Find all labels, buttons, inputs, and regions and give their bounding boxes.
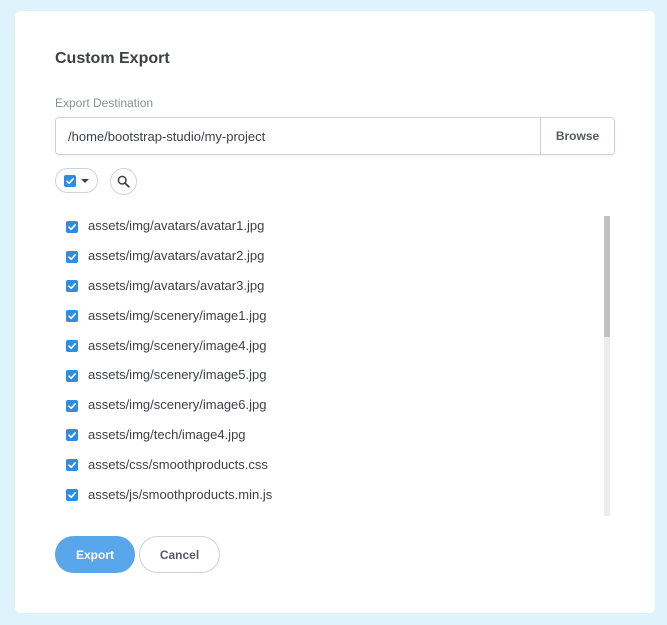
file-name: assets/img/avatars/avatar2.jpg xyxy=(88,248,265,264)
file-checkbox[interactable] xyxy=(66,310,78,323)
export-destination-label: Export Destination xyxy=(55,96,154,110)
list-item[interactable]: assets/img/avatars/avatar3.jpg xyxy=(55,271,611,301)
list-item[interactable]: assets/js/smoothproducts.min.js xyxy=(55,479,611,509)
file-checkbox[interactable] xyxy=(66,340,78,353)
file-name: assets/img/avatars/avatar3.jpg xyxy=(88,277,265,293)
list-item[interactable]: assets/img/scenery/image1.jpg xyxy=(55,300,611,330)
dialog-title: Custom Export xyxy=(55,50,170,67)
file-name: assets/js/smoothproducts.min.js xyxy=(88,486,273,502)
list-item[interactable]: assets/img/tech/image4.jpg xyxy=(55,420,611,450)
cancel-button[interactable]: Cancel xyxy=(139,536,220,573)
file-checkbox[interactable] xyxy=(66,489,78,502)
list-item[interactable]: assets/img/scenery/image6.jpg xyxy=(55,390,611,420)
export-destination-input[interactable] xyxy=(56,118,540,154)
list-item[interactable]: assets/img/avatars/avatar2.jpg xyxy=(55,241,611,271)
list-item[interactable]: assets/img/avatars/avatar1.jpg xyxy=(55,211,611,241)
list-item[interactable]: assets/img/scenery/image4.jpg xyxy=(55,330,611,360)
file-checkbox[interactable] xyxy=(66,459,78,472)
select-all-dropdown[interactable] xyxy=(55,168,98,193)
browse-button[interactable]: Browse xyxy=(540,118,614,154)
file-checkbox[interactable] xyxy=(66,250,78,263)
file-checkbox[interactable] xyxy=(66,429,78,442)
file-checkbox[interactable] xyxy=(66,369,78,382)
file-list[interactable]: assets/img/avatars/avatar1.jpg assets/im… xyxy=(55,211,611,516)
list-item[interactable]: assets/css/smoothproducts.css xyxy=(55,449,611,479)
export-button[interactable]: Export xyxy=(55,536,135,573)
custom-export-dialog: Custom Export Export Destination Browse … xyxy=(15,11,655,613)
file-name: assets/img/avatars/avatar1.jpg xyxy=(88,218,265,234)
file-name: assets/img/scenery/image1.jpg xyxy=(88,307,267,323)
file-checkbox[interactable] xyxy=(66,280,78,293)
list-item[interactable]: assets/img/scenery/image5.jpg xyxy=(55,360,611,390)
search-icon xyxy=(117,175,130,188)
scrollbar-thumb[interactable] xyxy=(604,216,610,337)
file-name: assets/img/scenery/image5.jpg xyxy=(88,367,267,383)
caret-down-icon xyxy=(81,178,89,183)
file-name: assets/img/tech/image4.jpg xyxy=(88,426,246,442)
file-list-scrollbar[interactable] xyxy=(604,216,610,516)
file-name: assets/img/scenery/image6.jpg xyxy=(88,397,267,413)
export-destination-group: Browse xyxy=(55,117,615,155)
file-checkbox[interactable] xyxy=(66,220,78,233)
search-button[interactable] xyxy=(110,168,137,195)
file-checkbox[interactable] xyxy=(66,399,78,412)
file-name: assets/css/smoothproducts.css xyxy=(88,456,268,472)
select-all-checkbox[interactable] xyxy=(64,174,76,187)
file-name: assets/img/scenery/image4.jpg xyxy=(88,337,267,353)
